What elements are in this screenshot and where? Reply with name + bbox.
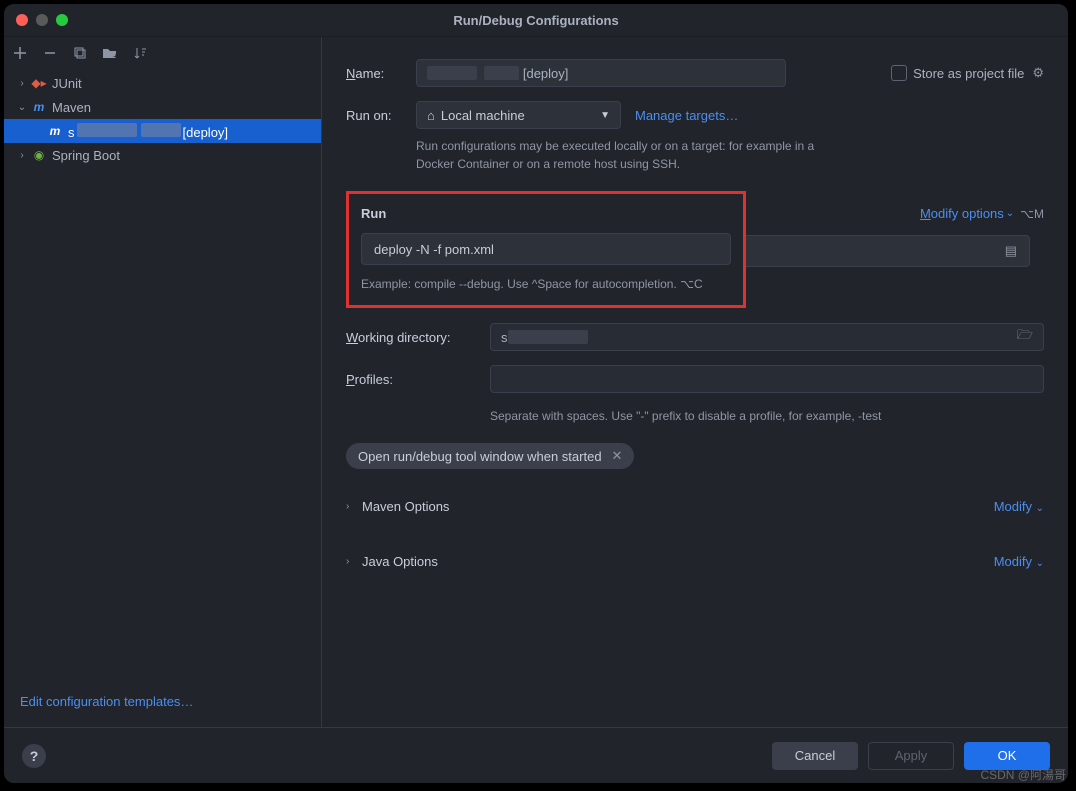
open-tool-window-chip[interactable]: Open run/debug tool window when started … xyxy=(346,443,634,469)
apply-button[interactable]: Apply xyxy=(868,742,954,770)
maven-icon: m xyxy=(30,100,48,114)
run-command-input[interactable]: deploy -N -f pom.xml xyxy=(361,233,731,265)
sort-icon[interactable] xyxy=(132,45,148,61)
run-on-row: Run on: ⌂ Local machine ▼ Manage targets… xyxy=(346,101,1044,129)
folder-icon[interactable]: 🗁 xyxy=(1017,326,1033,348)
run-on-hint: Run configurations may be executed local… xyxy=(416,137,846,173)
profiles-hint: Separate with spaces. Use "-" prefix to … xyxy=(490,407,1044,425)
maven-options-section[interactable]: › Maven Options Modify ⌄ xyxy=(346,499,1044,514)
maven-icon: m xyxy=(46,124,64,138)
profiles-input[interactable] xyxy=(490,365,1044,393)
history-icon[interactable]: ▤ xyxy=(1005,243,1017,259)
chevron-down-icon: ⌄ xyxy=(1006,208,1014,219)
dialog-window: Run/Debug Configurations + › ◆▸ JUnit ⌄ … xyxy=(4,4,1068,783)
chevron-right-icon: › xyxy=(346,556,362,567)
chevron-right-icon: › xyxy=(14,150,30,161)
working-dir-row: Working directory: s 🗁 xyxy=(346,323,1044,351)
watermark: CSDN @阿湯哥 xyxy=(980,766,1066,783)
command-hint: Example: compile --debug. Use ^Space for… xyxy=(361,275,731,293)
window-controls xyxy=(16,14,68,26)
tree-label: s[deploy] xyxy=(68,123,228,140)
minimize-window-button[interactable] xyxy=(36,14,48,26)
chevron-down-icon: ⌄ xyxy=(14,102,30,113)
tree-item-deploy[interactable]: m s[deploy] xyxy=(4,119,321,143)
manage-targets-link[interactable]: Manage targets… xyxy=(635,108,738,123)
help-button[interactable]: ? xyxy=(22,744,46,768)
sidebar: + › ◆▸ JUnit ⌄ m Maven m s[deploy] xyxy=(4,37,322,727)
name-label: Name: xyxy=(346,66,416,81)
edit-templates-link[interactable]: Edit configuration templates… xyxy=(20,694,193,709)
chevron-down-icon: ▼ xyxy=(600,110,610,121)
store-as-project-file[interactable]: Store as project file ⚙ xyxy=(891,65,1044,81)
run-section-highlight: Run deploy -N -f pom.xml Example: compil… xyxy=(346,191,746,308)
copy-icon[interactable] xyxy=(72,45,88,61)
chevron-right-icon: › xyxy=(346,501,362,512)
gear-icon[interactable]: ⚙ xyxy=(1032,65,1044,81)
modify-link[interactable]: Modify ⌄ xyxy=(994,499,1044,514)
folder-add-icon[interactable]: + xyxy=(102,45,118,61)
tree-label: Spring Boot xyxy=(52,148,120,163)
checkbox-icon[interactable] xyxy=(891,65,907,81)
config-tree: › ◆▸ JUnit ⌄ m Maven m s[deploy] › ◉ Spr… xyxy=(4,69,321,683)
name-row: Name: [deploy] Store as project file ⚙ xyxy=(346,59,1044,87)
shortcut-label: ⌥M xyxy=(1020,207,1044,221)
junit-icon: ◆▸ xyxy=(30,76,48,90)
sidebar-footer: Edit configuration templates… xyxy=(4,683,321,727)
close-window-button[interactable] xyxy=(16,14,28,26)
run-section-title: Run xyxy=(361,206,731,221)
tree-label: JUnit xyxy=(52,76,82,91)
run-on-dropdown[interactable]: ⌂ Local machine ▼ xyxy=(416,101,621,129)
modify-link[interactable]: Modify ⌄ xyxy=(994,554,1044,569)
profiles-label: Profiles: xyxy=(346,372,490,387)
modify-options-link[interactable]: Modify options xyxy=(920,206,1004,221)
main-area: + › ◆▸ JUnit ⌄ m Maven m s[deploy] xyxy=(4,36,1068,727)
working-dir-input[interactable]: s 🗁 xyxy=(490,323,1044,351)
name-input[interactable]: [deploy] xyxy=(416,59,786,87)
remove-icon[interactable] xyxy=(42,45,58,61)
maximize-window-button[interactable] xyxy=(56,14,68,26)
sidebar-toolbar: + xyxy=(4,37,321,69)
close-icon[interactable]: ✕ xyxy=(612,448,623,464)
dialog-title: Run/Debug Configurations xyxy=(453,13,618,28)
run-command-input-ext[interactable]: ▤ xyxy=(746,235,1030,267)
titlebar: Run/Debug Configurations xyxy=(4,4,1068,36)
tree-item-spring-boot[interactable]: › ◉ Spring Boot xyxy=(4,143,321,167)
profiles-row: Profiles: xyxy=(346,365,1044,393)
chevron-right-icon: › xyxy=(14,78,30,89)
cancel-button[interactable]: Cancel xyxy=(772,742,858,770)
content-panel: Name: [deploy] Store as project file ⚙ R… xyxy=(322,37,1068,727)
svg-text:+: + xyxy=(113,52,118,60)
java-options-section[interactable]: › Java Options Modify ⌄ xyxy=(346,554,1044,569)
add-icon[interactable] xyxy=(12,45,28,61)
tree-item-maven[interactable]: ⌄ m Maven xyxy=(4,95,321,119)
working-dir-label: Working directory: xyxy=(346,330,490,345)
house-icon: ⌂ xyxy=(427,108,435,123)
tree-label: Maven xyxy=(52,100,91,115)
run-on-label: Run on: xyxy=(346,108,416,123)
dialog-footer: ? Cancel Apply OK xyxy=(4,727,1068,783)
spring-icon: ◉ xyxy=(30,148,48,162)
tree-item-junit[interactable]: › ◆▸ JUnit xyxy=(4,71,321,95)
